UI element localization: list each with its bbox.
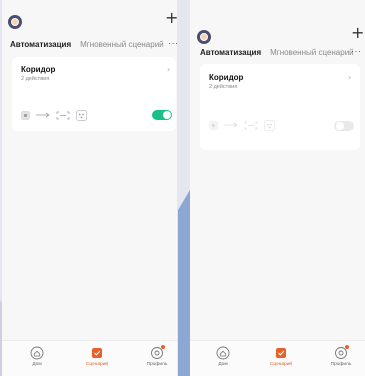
scenario-tabs: Автоматизация Мгновенный сценарий xyxy=(2,38,177,50)
tab-instant-scenario[interactable]: Мгновенный сценарий xyxy=(80,40,164,49)
add-scenario-button[interactable]: + xyxy=(351,25,364,41)
nav-profile-label: Профиль xyxy=(330,362,352,367)
nav-profile-label: Профиль xyxy=(146,362,168,367)
scenarios-icon xyxy=(274,346,288,360)
nav-profile[interactable]: Профиль xyxy=(142,345,172,367)
sensor-icon xyxy=(21,110,30,120)
home-icon xyxy=(30,346,44,360)
more-options-icon[interactable]: ··· xyxy=(168,38,177,48)
bottom-navigation: Дом Сценарий Профиль xyxy=(190,340,365,376)
nav-scenarios[interactable]: Сценарий xyxy=(82,346,112,367)
automation-toggle[interactable] xyxy=(152,110,172,120)
automation-toggle[interactable] xyxy=(334,121,354,131)
add-scenario-button[interactable]: + xyxy=(165,10,177,26)
home-icon xyxy=(216,346,230,360)
socket-icon xyxy=(264,119,275,131)
more-options-icon[interactable]: ··· xyxy=(351,46,362,56)
tab-instant-scenario[interactable]: Мгновенный сценарий xyxy=(270,48,354,57)
automation-flow xyxy=(209,119,275,131)
toggle-knob xyxy=(336,122,344,130)
automation-flow xyxy=(21,109,87,121)
avatar[interactable] xyxy=(197,30,211,44)
scenario-tabs: Автоматизация Мгновенный сценарий xyxy=(190,46,365,58)
automation-title: Коридор xyxy=(209,73,244,82)
profile-icon xyxy=(334,345,349,360)
tab-automation[interactable]: Автоматизация xyxy=(200,48,261,57)
automation-card[interactable]: Коридор 2 действия › xyxy=(12,57,176,131)
notification-dot-icon xyxy=(161,345,165,349)
chevron-right-icon[interactable]: › xyxy=(167,65,170,74)
automation-subtitle: 2 действия xyxy=(209,84,238,90)
automation-card[interactable]: Коридор 2 действия › xyxy=(200,64,360,150)
chevron-right-icon[interactable]: › xyxy=(348,73,351,82)
nav-scenarios-label: Сценарий xyxy=(269,362,293,367)
tab-automation[interactable]: Автоматизация xyxy=(10,40,71,49)
sensor-icon xyxy=(209,120,218,130)
avatar-face-icon xyxy=(11,18,19,26)
avatar[interactable] xyxy=(8,15,22,29)
phone-screen-enabled: + Автоматизация Мгновенный сценарий ··· … xyxy=(2,0,177,376)
arrow-flow-icon xyxy=(224,122,238,128)
nav-home[interactable]: Дом xyxy=(208,346,238,367)
scan-range-icon xyxy=(244,121,258,130)
profile-icon xyxy=(150,345,165,360)
automation-subtitle: 2 действия xyxy=(21,76,50,82)
avatar-face-icon xyxy=(200,33,208,41)
nav-home-label: Дом xyxy=(32,362,42,367)
arrow-flow-icon xyxy=(36,112,50,118)
nav-scenarios-label: Сценарий xyxy=(85,362,109,367)
nav-home[interactable]: Дом xyxy=(22,346,52,367)
nav-profile[interactable]: Профиль xyxy=(326,345,356,367)
nav-home-label: Дом xyxy=(218,362,228,367)
nav-scenarios[interactable]: Сценарий xyxy=(266,346,296,367)
automation-title: Коридор xyxy=(21,65,56,74)
toggle-knob xyxy=(163,111,171,119)
scenarios-icon xyxy=(90,346,104,360)
socket-icon xyxy=(76,109,87,121)
notification-dot-icon xyxy=(345,345,349,349)
scan-range-icon xyxy=(56,111,70,120)
phone-screen-disabled: + Автоматизация Мгновенный сценарий ··· … xyxy=(190,0,365,376)
bottom-navigation: Дом Сценарий Профиль xyxy=(2,340,177,376)
